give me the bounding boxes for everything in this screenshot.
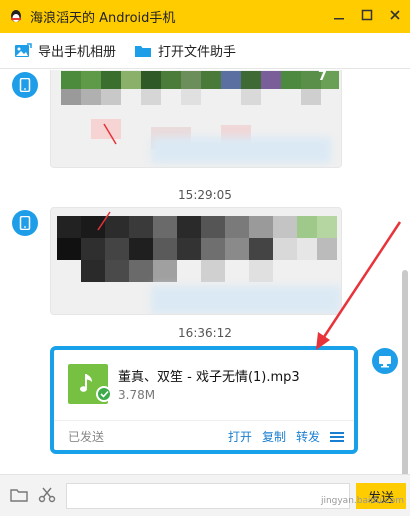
phone-icon [19,78,31,92]
scrollbar[interactable] [402,270,408,474]
input-bar: 发送 [0,474,410,516]
blurred-region [151,286,341,314]
watermark: jingyan.baidu.com [320,496,404,506]
message-input[interactable] [66,483,350,509]
timestamp: 16:36:12 [178,326,232,340]
forward-file-link[interactable]: 转发 [296,428,320,445]
sender-avatar [12,72,38,98]
image-export-icon [15,42,32,57]
chat-area: 7 15:29:05 16:36:12 董真、双笙 - 戏子无情(1).mp3 … [0,70,410,474]
image-message[interactable] [50,207,342,315]
image-count-badge: 7 [317,70,327,84]
open-file-helper-button[interactable]: 打开文件助手 [134,41,236,60]
blurred-region [151,137,331,163]
scissors-icon[interactable] [38,487,56,503]
export-album-label: 导出手机相册 [38,45,117,60]
sender-avatar [12,210,38,236]
phone-icon [19,216,31,230]
file-message-card[interactable]: 董真、双笙 - 戏子无情(1).mp3 3.78M 已发送 打开 复制 转发 [50,346,358,454]
open-file-helper-label: 打开文件助手 [158,45,237,60]
divider [54,420,354,421]
monitor-icon [379,355,391,367]
check-icon [96,386,112,402]
folder-icon[interactable] [10,487,28,503]
close-icon[interactable] [386,6,404,24]
copy-file-link[interactable]: 复制 [262,428,286,445]
maximize-icon[interactable] [358,6,376,24]
file-status: 已发送 [68,430,105,444]
minimize-icon[interactable] [330,6,348,24]
qq-penguin-icon [11,9,21,22]
self-avatar [372,348,398,374]
toolbar: 导出手机相册 打开文件助手 [0,33,410,69]
menu-icon[interactable] [330,431,344,442]
timestamp: 15:29:05 [178,188,232,202]
folder-icon [135,45,152,57]
open-file-link[interactable]: 打开 [228,428,252,445]
window-title: 海浪滔天的 Android手机 [30,11,176,26]
file-name: 董真、双笙 - 戏子无情(1).mp3 [118,370,300,385]
title-bar: 海浪滔天的 Android手机 [0,0,410,33]
image-message[interactable]: 7 [50,70,342,168]
file-size: 3.78M [118,388,156,402]
export-album-button[interactable]: 导出手机相册 [14,41,116,60]
